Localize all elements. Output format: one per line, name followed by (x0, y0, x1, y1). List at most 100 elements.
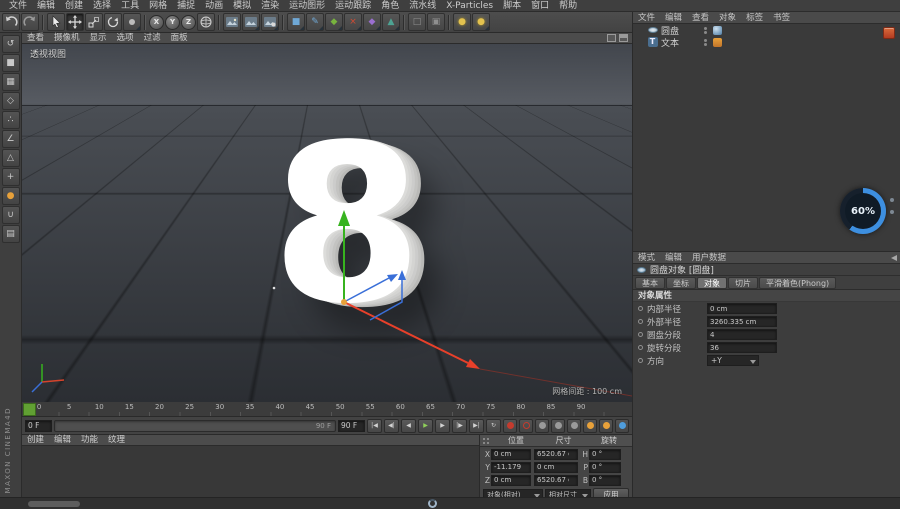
light-alt-icon[interactable]: ● (472, 13, 490, 31)
palette-tool-icon[interactable]: ↺ (2, 35, 20, 53)
size-z-input[interactable] (534, 475, 578, 486)
menu-item[interactable]: 创建 (60, 0, 88, 12)
material-list-area[interactable] (22, 446, 479, 497)
goto-end-button[interactable]: ▶| (469, 419, 484, 433)
attribute-tab[interactable]: 切片 (728, 277, 758, 289)
horizontal-scrollbar-thumb[interactable] (28, 501, 80, 507)
record-keyframe-button[interactable] (503, 419, 517, 433)
palette-tool-icon[interactable]: △ (2, 149, 20, 167)
last-tool-icon[interactable] (123, 13, 141, 31)
autokeying-button[interactable] (519, 419, 533, 433)
orientation-dropdown[interactable]: +Y (707, 355, 759, 366)
goto-start-button[interactable]: |◀ (367, 419, 382, 433)
next-key-button[interactable]: |▶ (452, 419, 467, 433)
end-frame-input[interactable] (338, 420, 365, 432)
menu-item[interactable]: 流水线 (404, 0, 441, 12)
render-picture-viewer-icon[interactable] (242, 13, 260, 31)
viewport-menu-item[interactable]: 面板 (166, 33, 193, 44)
maximize-viewport-icon[interactable] (607, 34, 616, 42)
object-manager-menu-item[interactable]: 书签 (768, 12, 795, 24)
attribute-tab[interactable]: 对象 (697, 277, 727, 289)
menu-item[interactable]: 文件 (4, 0, 32, 12)
menu-item[interactable]: 渲染 (256, 0, 284, 12)
record-parameter-button[interactable] (583, 419, 597, 433)
history-back-icon[interactable] (891, 255, 897, 261)
palette-tool-icon[interactable]: ● (2, 187, 20, 205)
disc-segments-input[interactable] (707, 329, 777, 340)
rotate-tool-icon[interactable] (104, 13, 122, 31)
next-frame-button[interactable]: ▶ (435, 419, 450, 433)
position-y-input[interactable] (491, 462, 531, 473)
phong-tag-icon[interactable] (713, 26, 722, 35)
live-selection-icon[interactable] (47, 13, 65, 31)
menu-item[interactable]: 捕捉 (172, 0, 200, 12)
spline-pen-icon[interactable]: ✎ (306, 13, 324, 31)
menu-item[interactable]: 运动图形 (284, 0, 330, 12)
rotation-p-input[interactable] (589, 462, 621, 473)
viewport-menu-item[interactable]: 摄像机 (49, 33, 85, 44)
om-filter-icon[interactable] (883, 27, 895, 39)
keyframe-selection-button[interactable] (599, 419, 613, 433)
object-manager-menu-item[interactable]: 标签 (741, 12, 768, 24)
menu-item[interactable]: 窗口 (526, 0, 554, 12)
z-axis-lock-icon[interactable]: Z (181, 15, 196, 30)
render-view-icon[interactable] (223, 13, 241, 31)
menu-item[interactable]: X-Particles (441, 0, 498, 12)
undo-icon[interactable] (2, 13, 20, 31)
visibility-dots-icon[interactable] (704, 39, 707, 46)
outer-radius-input[interactable] (707, 316, 777, 327)
size-x-input[interactable] (534, 449, 578, 460)
attribute-tab[interactable]: 平滑着色(Phong) (759, 277, 836, 289)
play-button[interactable]: ▶ (418, 419, 433, 433)
object-row-disc[interactable]: 圆盘 (633, 24, 900, 36)
keyframe-circle-icon[interactable] (638, 332, 643, 337)
menu-item[interactable]: 模拟 (228, 0, 256, 12)
material-menu-item[interactable]: 纹理 (103, 435, 130, 446)
attribute-menu-item[interactable]: 用户数据 (687, 252, 731, 264)
object-manager-menu-item[interactable]: 查看 (687, 12, 714, 24)
position-z-input[interactable] (491, 475, 531, 486)
record-rotation-button[interactable] (567, 419, 581, 433)
material-menu-item[interactable]: 功能 (76, 435, 103, 446)
mograph-icon[interactable]: ◆ (325, 13, 343, 31)
display-mode-a-icon[interactable]: □ (408, 13, 426, 31)
inner-radius-input[interactable] (707, 303, 777, 314)
menu-item[interactable]: 工具 (116, 0, 144, 12)
redo-icon[interactable] (21, 13, 39, 31)
x-axis-lock-icon[interactable]: X (149, 15, 164, 30)
scale-tool-icon[interactable] (85, 13, 103, 31)
menu-item[interactable]: 帮助 (554, 0, 582, 12)
orange-tag-icon[interactable] (713, 38, 722, 47)
palette-tool-icon[interactable]: ∴ (2, 111, 20, 129)
attribute-menu-item[interactable]: 模式 (633, 252, 660, 264)
cube-primitive-icon[interactable]: ■ (287, 13, 305, 31)
keyframe-circle-icon[interactable] (638, 358, 643, 363)
gizmo-origin[interactable] (341, 299, 347, 305)
current-frame-input[interactable] (25, 420, 52, 432)
palette-tool-icon[interactable]: ◇ (2, 92, 20, 110)
x-axis-arrowhead[interactable] (466, 359, 480, 369)
menu-item[interactable]: 脚本 (498, 0, 526, 12)
plane-arrowhead[interactable] (398, 270, 406, 280)
palette-tool-icon[interactable]: ∠ (2, 130, 20, 148)
xparticles-icon[interactable]: × (344, 13, 362, 31)
keyframe-circle-icon[interactable] (638, 319, 643, 324)
record-position-button[interactable] (535, 419, 549, 433)
attribute-tab[interactable]: 基本 (635, 277, 665, 289)
x-axis-handle[interactable] (344, 302, 468, 363)
loop-button[interactable]: ↻ (486, 419, 501, 433)
timeline-ruler[interactable]: 051015202530354045505560657075808590 (22, 402, 632, 417)
prev-key-button[interactable]: ◀| (384, 419, 399, 433)
z-axis-handle[interactable] (344, 278, 389, 302)
keyframe-circle-icon[interactable] (638, 345, 643, 350)
palette-tool-icon[interactable]: ∪ (2, 206, 20, 224)
coordinate-system-icon[interactable] (197, 13, 215, 31)
record-scale-button[interactable] (551, 419, 565, 433)
menu-item[interactable]: 运动跟踪 (330, 0, 376, 12)
playback-options-button[interactable] (615, 419, 629, 433)
palette-tool-icon[interactable]: ▤ (2, 225, 20, 243)
menu-item[interactable]: 编辑 (32, 0, 60, 12)
y-axis-arrowhead[interactable] (338, 210, 350, 226)
y-axis-lock-icon[interactable]: Y (165, 15, 180, 30)
attribute-tab[interactable]: 坐标 (666, 277, 696, 289)
